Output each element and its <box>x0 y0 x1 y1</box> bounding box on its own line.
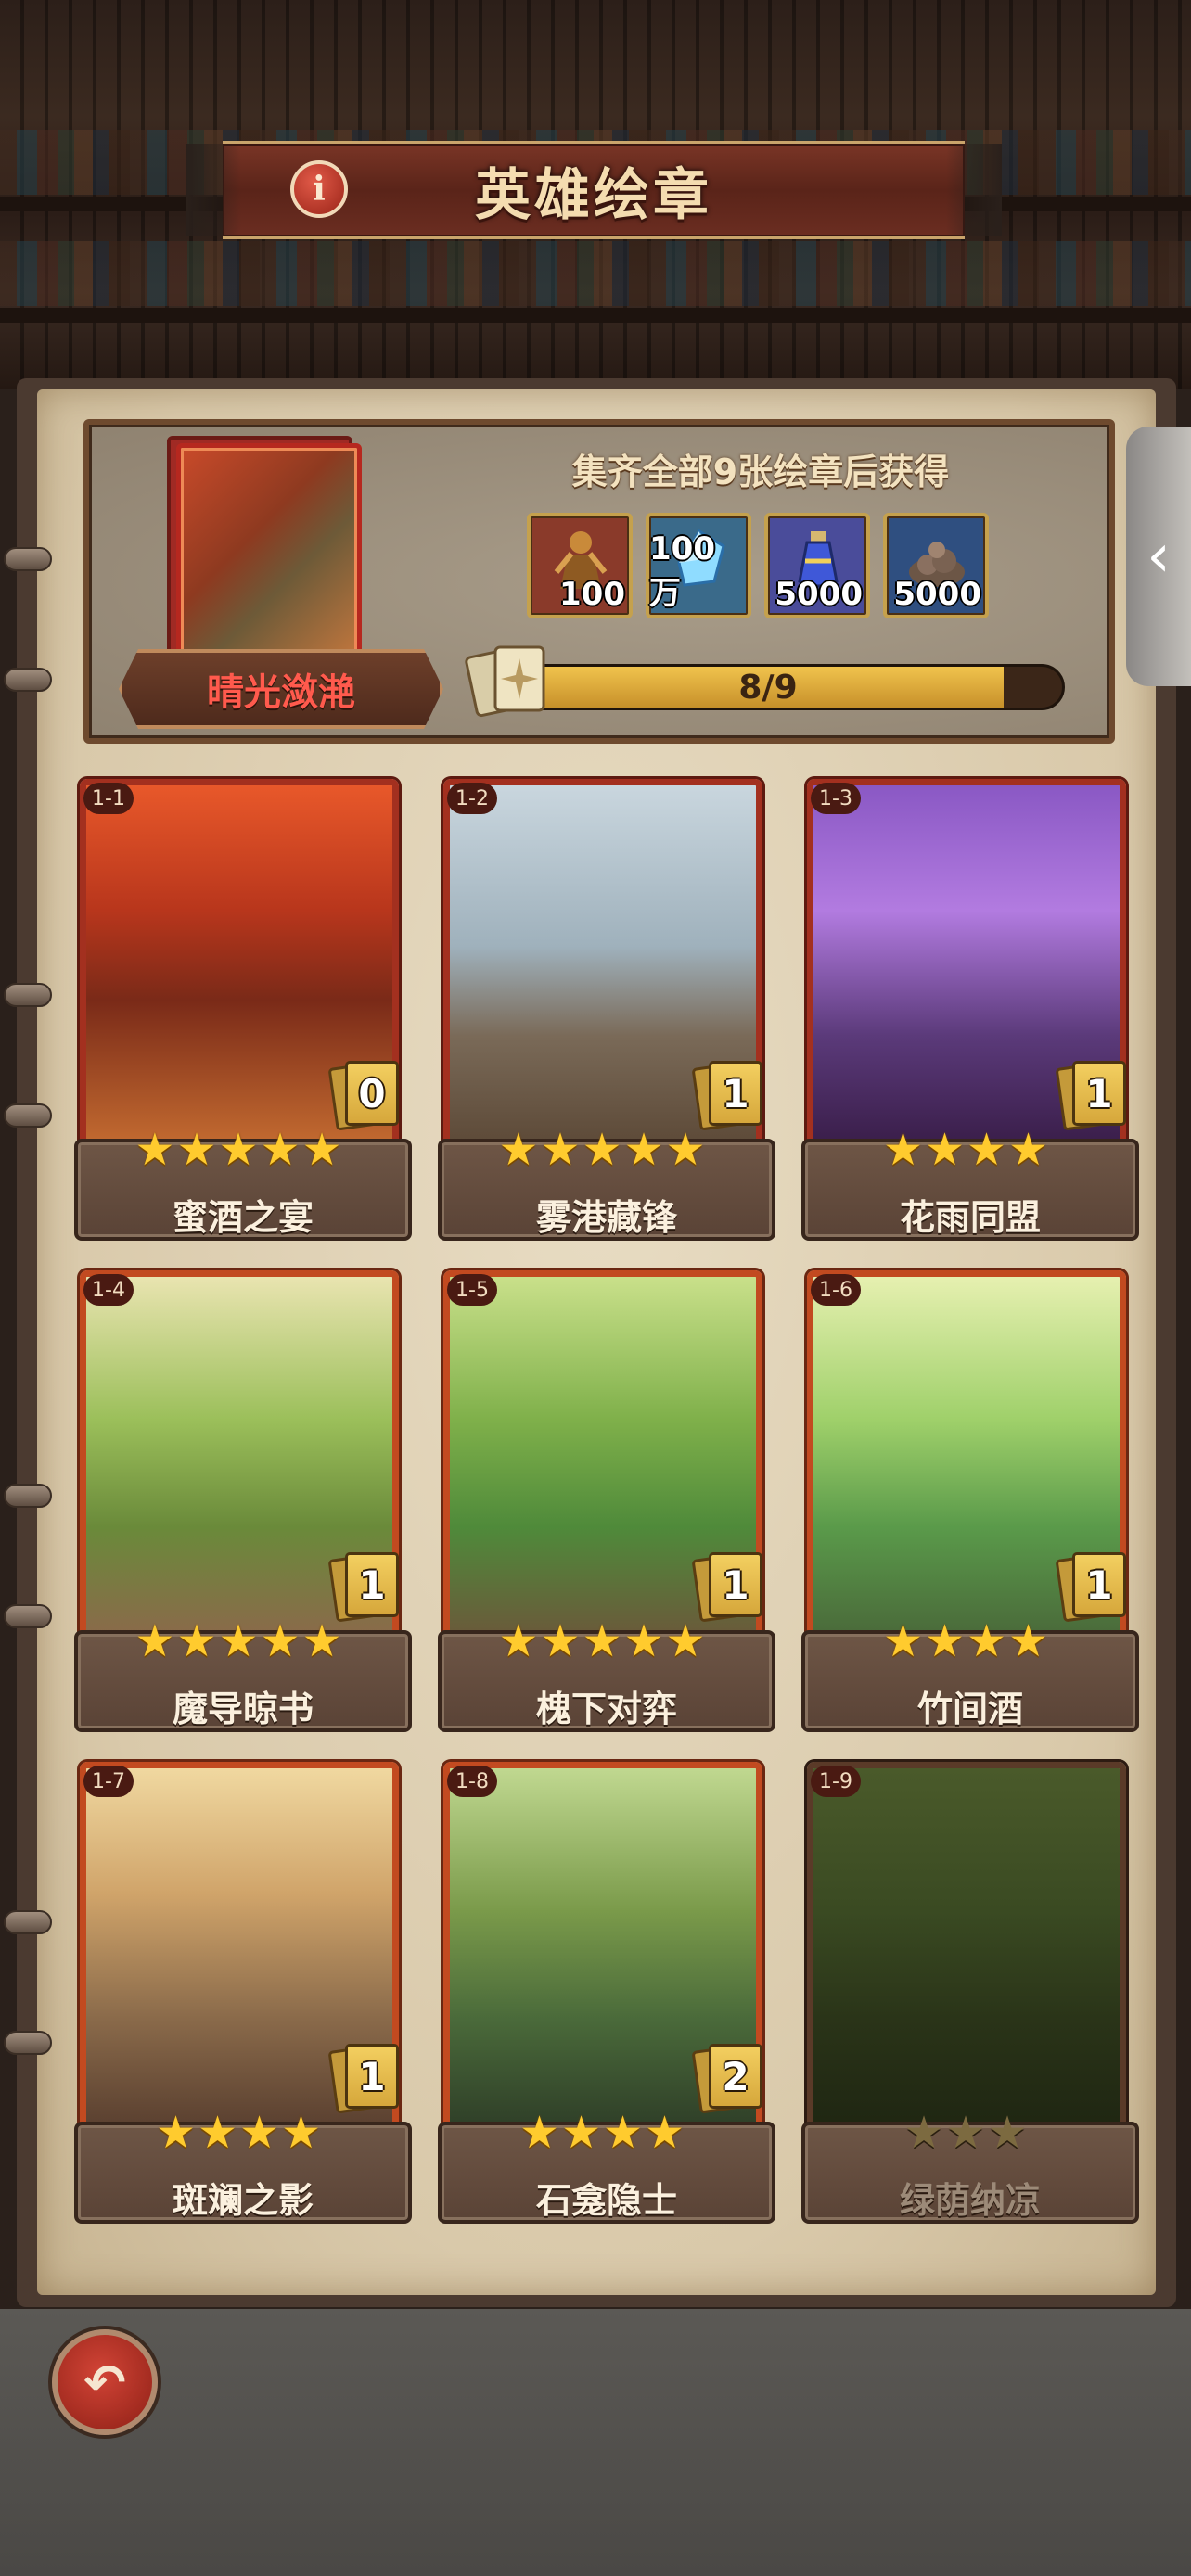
reward-title: 集齐全部9张绘章后获得 <box>571 452 950 492</box>
progress-label: 8/9 <box>738 668 798 707</box>
reward-qty: 5000 <box>893 576 981 613</box>
reward-item[interactable]: 100万 <box>646 513 751 618</box>
side-drawer-tab[interactable]: ‹ <box>1126 427 1191 686</box>
set-name-ribbon: 晴光潋滟 <box>119 649 443 729</box>
card-id-badge: 1-3 <box>811 783 861 814</box>
page-title: 英雄绘章 <box>475 162 712 228</box>
card-count: 0 <box>345 1061 399 1126</box>
reward-item[interactable]: 5000 <box>883 513 989 618</box>
card-count: 1 <box>709 1061 762 1126</box>
card-count-badge: 0 <box>327 1059 401 1131</box>
binder-ring <box>4 1484 52 1508</box>
card-count-badge: 1 <box>1055 1550 1128 1623</box>
chevron-left-icon: ‹ <box>1146 522 1171 591</box>
reward-items: 100 100万 5000 5000 <box>527 513 989 618</box>
card-count: 1 <box>345 1552 399 1617</box>
hero-card[interactable]: 1-8 ★★★★ 石龛隐士 2 <box>438 1762 777 2225</box>
hero-card[interactable]: 1-5 ★★★★★ 槐下对弈 1 <box>438 1270 777 1734</box>
hero-card[interactable]: 1-2 ★★★★★ 雾港藏锋 1 <box>438 779 777 1243</box>
card-stars: ★★★★★ <box>134 1615 344 1667</box>
card-name: 蜜酒之宴 <box>172 1197 314 1238</box>
card-name: 石龛隐士 <box>535 2180 677 2221</box>
binder-ring <box>4 1604 52 1628</box>
card-count-badge: 1 <box>327 1550 401 1623</box>
card-frame <box>807 1762 1126 2133</box>
back-arrow-icon: ↶ <box>83 2353 126 2412</box>
hero-card[interactable]: 1-6 ★★★★ 竹间酒 1 <box>801 1270 1141 1734</box>
card-name: 斑斓之影 <box>172 2180 314 2221</box>
set-cover-card[interactable] <box>167 436 390 677</box>
card-id-badge: 1-2 <box>447 783 497 814</box>
binder-ring <box>4 547 52 571</box>
card-count-badge: 1 <box>327 2042 401 2114</box>
card-count: 1 <box>1072 1061 1126 1126</box>
binder-ring <box>4 1103 52 1128</box>
reward-item[interactable]: 100 <box>527 513 633 618</box>
card-stars: ★★★ <box>903 2107 1030 2159</box>
card-name: 魔导晾书 <box>172 1689 314 1729</box>
hero-card[interactable]: 1-1 ★★★★★ 蜜酒之宴 0 <box>74 779 414 1243</box>
card-count: 1 <box>1072 1552 1126 1617</box>
card-count-badge: 2 <box>691 2042 764 2114</box>
card-count: 2 <box>709 2044 762 2109</box>
hero-card[interactable]: 1-9 ★★★ 绿荫纳凉 <box>801 1762 1141 2225</box>
card-stars: ★★★★ <box>155 2107 324 2159</box>
card-stars: ★★★★★ <box>498 1615 708 1667</box>
card-id-badge: 1-4 <box>83 1274 134 1306</box>
card-count-badge: 1 <box>1055 1059 1128 1131</box>
reward-qty: 100万 <box>649 530 715 612</box>
card-id-badge: 1-7 <box>83 1766 134 1797</box>
card-count: 1 <box>345 2044 399 2109</box>
reward-item[interactable]: 5000 <box>764 513 870 618</box>
binder-ring <box>4 2031 52 2055</box>
card-artwork <box>813 1768 1120 2126</box>
hero-card[interactable]: 1-3 ★★★★ 花雨同盟 1 <box>801 779 1141 1243</box>
card-id-badge: 1-9 <box>811 1766 861 1797</box>
card-stars: ★★★★ <box>882 1615 1051 1667</box>
card-stack-icon <box>465 645 545 718</box>
reward-qty: 100 <box>559 576 625 613</box>
binder-ring <box>4 983 52 1007</box>
card-id-badge: 1-5 <box>447 1274 497 1306</box>
binder-ring <box>4 1910 52 1934</box>
card-name: 雾港藏锋 <box>535 1197 677 1238</box>
card-id-badge: 1-1 <box>83 783 134 814</box>
card-name: 竹间酒 <box>916 1689 1023 1729</box>
card-name: 花雨同盟 <box>899 1197 1041 1238</box>
binder-ring <box>4 668 52 692</box>
card-stars: ★★★★★ <box>498 1124 708 1176</box>
info-icon[interactable]: i <box>290 160 348 218</box>
back-button[interactable]: ↶ <box>52 2329 158 2435</box>
card-stars: ★★★★ <box>519 2107 687 2159</box>
card-stars: ★★★★★ <box>134 1124 344 1176</box>
card-stars: ★★★★ <box>882 1124 1051 1176</box>
card-count-badge: 1 <box>691 1059 764 1131</box>
hero-card[interactable]: 1-4 ★★★★★ 魔导晾书 1 <box>74 1270 414 1734</box>
hero-card[interactable]: 1-7 ★★★★ 斑斓之影 1 <box>74 1762 414 2225</box>
card-id-badge: 1-8 <box>447 1766 497 1797</box>
card-name: 槐下对弈 <box>535 1689 677 1729</box>
bottom-bar <box>0 2309 1191 2576</box>
card-count: 1 <box>709 1552 762 1617</box>
card-count-badge: 1 <box>691 1550 764 1623</box>
card-name: 绿荫纳凉 <box>899 2180 1041 2221</box>
reward-qty: 5000 <box>775 576 863 613</box>
card-id-badge: 1-6 <box>811 1274 861 1306</box>
set-name: 晴光潋滟 <box>207 671 355 714</box>
